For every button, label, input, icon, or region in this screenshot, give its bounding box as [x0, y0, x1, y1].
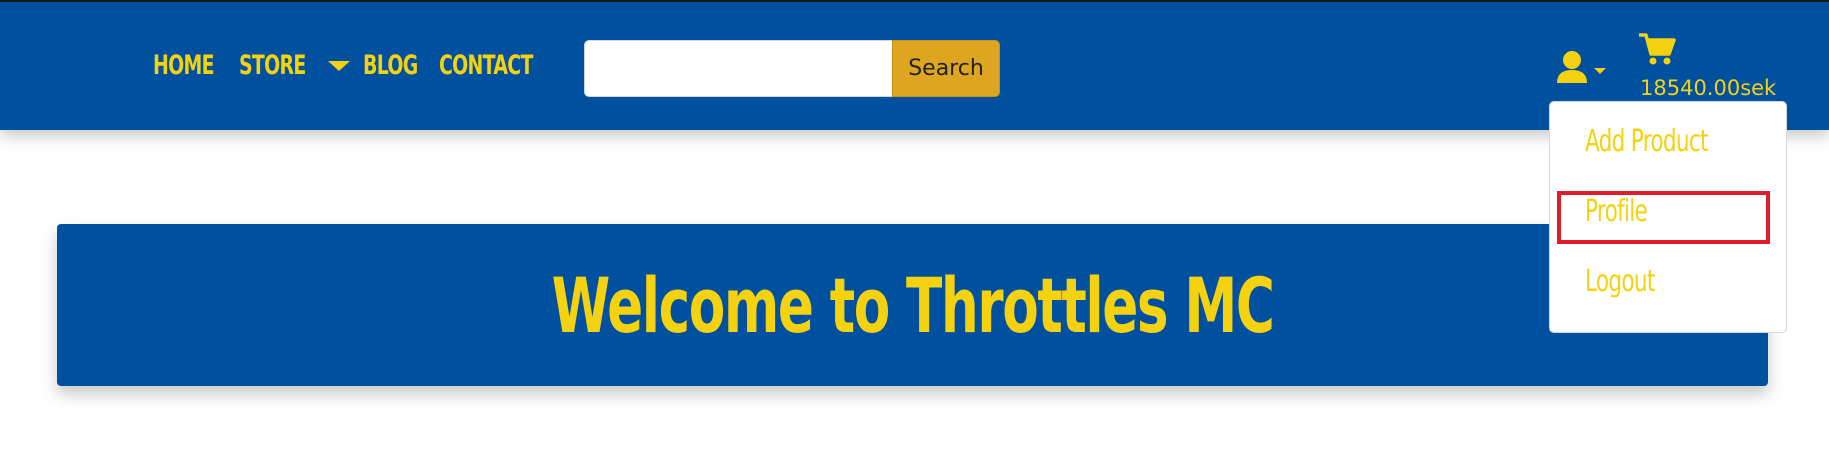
menu-item-logout[interactable]: Logout: [1585, 264, 1655, 299]
hero-title: Welcome to Throttles MC: [57, 224, 1768, 386]
nav-link-home[interactable]: HOME: [153, 50, 215, 81]
nav-link-contact[interactable]: CONTACT: [439, 50, 533, 81]
nav-store-item[interactable]: STORE: [239, 50, 351, 81]
search-form: Search: [584, 40, 1000, 97]
profile-highlight-box: [1557, 191, 1770, 244]
nav-links: HOME STORE BLOG CONTACT: [153, 50, 533, 81]
menu-item-add-product[interactable]: Add Product: [1585, 124, 1709, 159]
nav-contact-item: CONTACT: [439, 50, 533, 81]
hero-title-text: Welcome to Throttles MC: [551, 260, 1275, 350]
hero-banner: Welcome to Throttles MC: [57, 224, 1768, 386]
cart-button[interactable]: [1638, 32, 1676, 71]
search-input[interactable]: [584, 40, 892, 97]
cart-total: 18540.00sek: [1640, 76, 1777, 100]
nav-link-store[interactable]: STORE: [239, 50, 306, 81]
user-icon[interactable]: [1556, 50, 1588, 89]
search-button[interactable]: Search: [892, 40, 1000, 97]
nav-home-item: HOME: [153, 50, 215, 81]
page: HOME STORE BLOG CONTACT Search 18540.00s…: [0, 0, 1829, 469]
user-menu-toggle[interactable]: [1556, 50, 1606, 89]
chevron-down-icon[interactable]: [1594, 67, 1606, 74]
chevron-down-icon[interactable]: [328, 60, 351, 71]
cart-icon[interactable]: [1638, 33, 1676, 70]
nav-blog-item: BLOG: [363, 50, 418, 81]
nav-link-blog[interactable]: BLOG: [363, 50, 418, 81]
